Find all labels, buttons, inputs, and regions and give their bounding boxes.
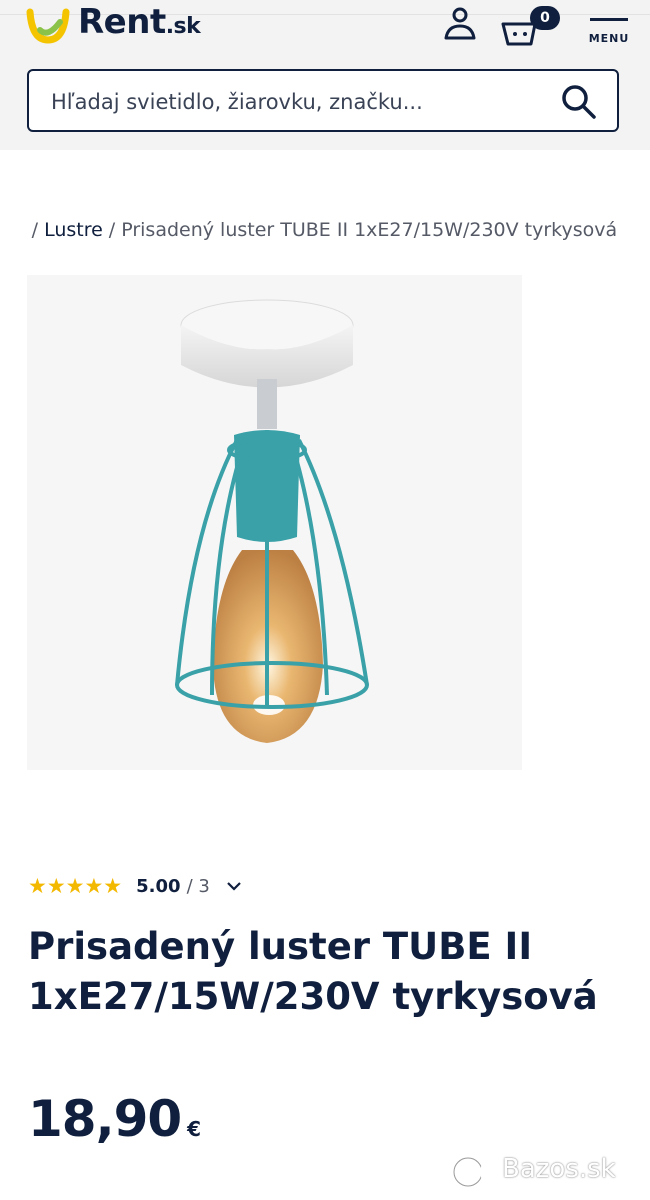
menu-icon (590, 18, 628, 21)
product-image[interactable] (27, 275, 522, 770)
price-currency: € (187, 1117, 202, 1141)
lamp-illustration (175, 299, 369, 743)
rating-score: 5.00 (136, 875, 181, 897)
breadcrumb-separator: / (108, 219, 116, 241)
rating-count: / 3 (186, 875, 210, 897)
product-rating[interactable]: ★★★★★ 5.00 / 3 (28, 872, 242, 900)
breadcrumb-item-lustre[interactable]: Lustre (44, 219, 103, 241)
menu-label: MENU (588, 32, 630, 45)
watermark: Bazos.sk (450, 1152, 645, 1192)
price-value: 18,90 (28, 1090, 182, 1148)
search-input[interactable] (49, 71, 553, 132)
breadcrumb-item-current: Prisadený luster TUBE II 1xE27/15W/230V … (121, 219, 618, 241)
cart-count-badge: 0 (530, 6, 560, 30)
account-button[interactable] (440, 6, 480, 46)
rating-stars: ★★★★★ (28, 874, 123, 898)
search-icon[interactable] (561, 84, 597, 120)
chevron-down-icon[interactable] (226, 880, 242, 892)
menu-button[interactable]: MENU (586, 14, 632, 45)
product-price: 18,90 € (28, 1090, 201, 1148)
logo-tld: .sk (165, 14, 201, 39)
logo-icon (26, 8, 70, 44)
watermark-text: Bazos.sk (502, 1154, 616, 1184)
cart-button[interactable]: 0 (500, 6, 560, 46)
product-title: Prisadený luster TUBE II 1xE27/15W/230V … (28, 925, 598, 1018)
logo-text: Rent.sk (78, 2, 201, 42)
search-box (27, 69, 619, 132)
user-icon (444, 7, 476, 40)
site-header: Rent.sk 0 MENU (0, 0, 650, 150)
site-logo[interactable]: Rent.sk (26, 0, 266, 44)
logo-name: Rent (78, 2, 166, 42)
breadcrumb: a/Lustre/Prisadený luster TUBE II 1xE27/… (26, 219, 626, 249)
breadcrumb-separator: / (31, 219, 39, 241)
watermark-logo-icon (452, 1156, 496, 1188)
